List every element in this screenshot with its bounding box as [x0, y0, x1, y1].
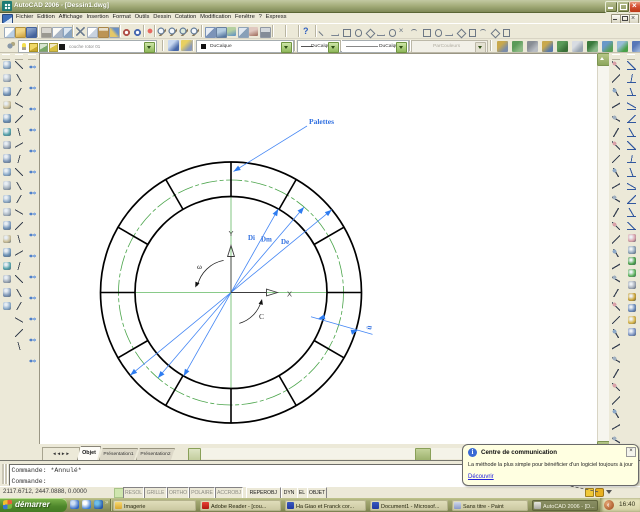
svg-text:C: C: [259, 312, 264, 321]
svg-text:ω: ω: [197, 262, 202, 271]
svg-text:Dm: Dm: [261, 236, 272, 244]
svg-text:ū: ū: [364, 325, 374, 331]
svg-text:De: De: [281, 238, 289, 246]
svg-text:Palettes: Palettes: [309, 117, 334, 126]
svg-text:Y: Y: [228, 229, 233, 238]
svg-text:X: X: [287, 290, 292, 299]
svg-text:Di: Di: [248, 234, 255, 242]
